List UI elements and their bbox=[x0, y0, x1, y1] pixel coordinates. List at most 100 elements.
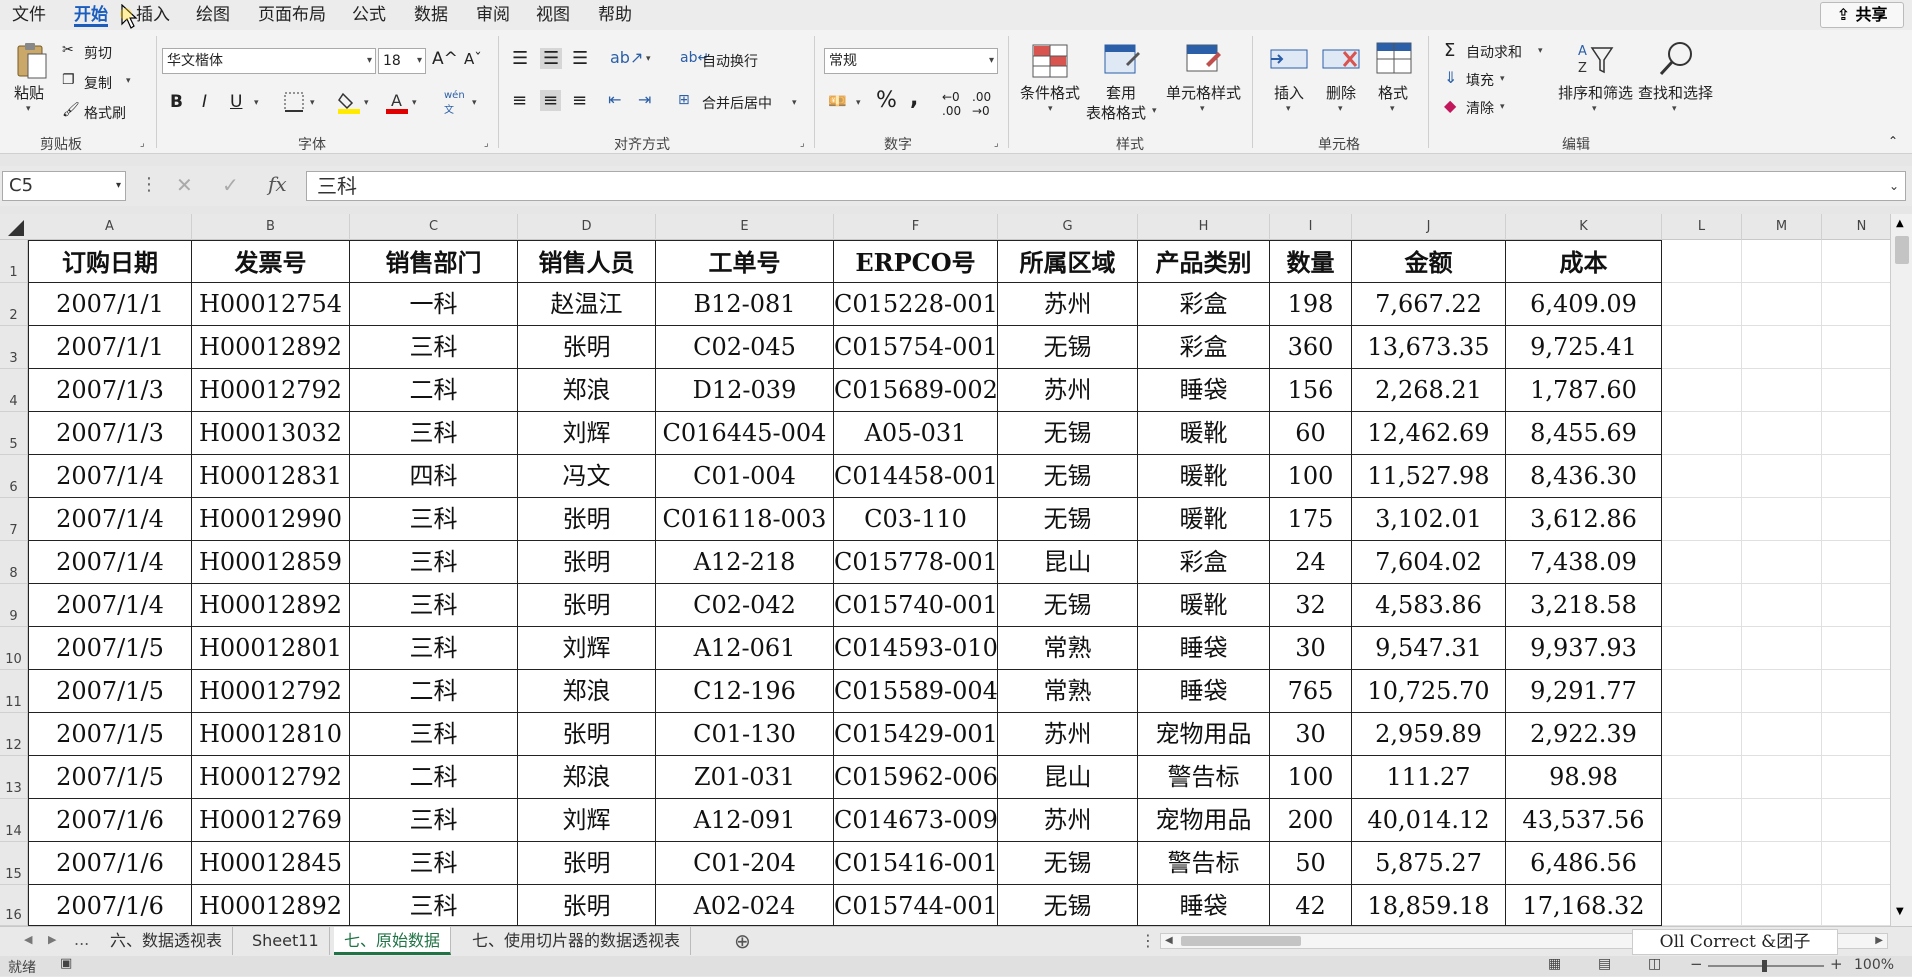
data-cell[interactable]: C015778-001 bbox=[834, 541, 998, 584]
underline-dropdown-icon[interactable]: ▾ bbox=[254, 98, 259, 108]
data-cell[interactable]: C01-130 bbox=[656, 713, 834, 756]
data-cell[interactable]: C015589-004 bbox=[834, 670, 998, 713]
menu-formulas[interactable]: 公式 bbox=[352, 3, 386, 27]
data-cell[interactable]: 175 bbox=[1270, 498, 1352, 541]
column-header-C[interactable]: C bbox=[350, 214, 518, 240]
empty-cell[interactable] bbox=[1662, 799, 1742, 842]
cancel-icon[interactable]: ✕ bbox=[176, 173, 193, 197]
data-cell[interactable]: A02-024 bbox=[656, 885, 834, 926]
sheet-tab[interactable]: 六、数据透视表 bbox=[100, 927, 234, 955]
data-cell[interactable]: 无锡 bbox=[998, 842, 1138, 885]
data-cell[interactable]: 10,725.70 bbox=[1352, 670, 1506, 713]
empty-cell[interactable] bbox=[1742, 799, 1822, 842]
data-cell[interactable]: 三科 bbox=[350, 584, 518, 627]
empty-cell[interactable] bbox=[1662, 670, 1742, 713]
empty-cell[interactable] bbox=[1662, 627, 1742, 670]
data-cell[interactable]: 2,268.21 bbox=[1352, 369, 1506, 412]
header-cell[interactable]: 工单号 bbox=[656, 240, 834, 283]
data-cell[interactable]: C03-110 bbox=[834, 498, 998, 541]
find-dropdown-icon[interactable]: ▾ bbox=[1672, 104, 1677, 114]
data-cell[interactable]: 二科 bbox=[350, 756, 518, 799]
menu-review[interactable]: 审阅 bbox=[476, 3, 510, 27]
data-cell[interactable]: 睡袋 bbox=[1138, 885, 1270, 926]
data-cell[interactable]: C02-042 bbox=[656, 584, 834, 627]
align-right-icon[interactable]: ≡ bbox=[572, 90, 587, 111]
data-cell[interactable]: 11,527.98 bbox=[1352, 455, 1506, 498]
fill-color-icon[interactable] bbox=[338, 90, 360, 114]
data-cell[interactable]: 8,455.69 bbox=[1506, 412, 1662, 455]
percent-button[interactable]: % bbox=[876, 88, 897, 113]
data-cell[interactable]: 2007/1/4 bbox=[28, 584, 192, 627]
borders-dropdown-icon[interactable]: ▾ bbox=[310, 98, 315, 108]
empty-cell[interactable] bbox=[1742, 584, 1822, 627]
data-cell[interactable]: 暖靴 bbox=[1138, 412, 1270, 455]
data-cell[interactable]: 30 bbox=[1270, 627, 1352, 670]
underline-button[interactable]: U bbox=[230, 92, 242, 112]
decrease-decimal-icon[interactable]: .00 →0 bbox=[972, 90, 991, 118]
share-button[interactable]: ⇪ 共享 bbox=[1820, 2, 1904, 28]
data-cell[interactable]: H00012769 bbox=[192, 799, 350, 842]
data-cell[interactable]: 彩盒 bbox=[1138, 283, 1270, 326]
data-cell[interactable]: 200 bbox=[1270, 799, 1352, 842]
data-cell[interactable]: A05-031 bbox=[834, 412, 998, 455]
header-cell[interactable]: 成本 bbox=[1506, 240, 1662, 283]
data-cell[interactable]: 2007/1/5 bbox=[28, 756, 192, 799]
accounting-format-icon[interactable]: 💴 bbox=[828, 92, 847, 110]
menu-data[interactable]: 数据 bbox=[414, 3, 448, 27]
sheet-tab[interactable]: Sheet11 bbox=[242, 927, 330, 955]
data-cell[interactable]: 24 bbox=[1270, 541, 1352, 584]
clear-eraser-icon[interactable]: ◆ bbox=[1444, 96, 1456, 115]
align-center-icon[interactable]: ≡ bbox=[540, 90, 562, 111]
column-header-D[interactable]: D bbox=[518, 214, 656, 240]
data-cell[interactable]: 常熟 bbox=[998, 670, 1138, 713]
zoom-slider[interactable] bbox=[1708, 960, 1824, 972]
data-cell[interactable]: 2,959.89 bbox=[1352, 713, 1506, 756]
alignment-launcher-icon[interactable]: ⌟ bbox=[800, 138, 805, 149]
data-cell[interactable]: H00012810 bbox=[192, 713, 350, 756]
row-header-2[interactable]: 2 bbox=[0, 283, 28, 326]
normal-view-icon[interactable]: ▦ bbox=[1548, 956, 1561, 972]
data-cell[interactable]: 警告标 bbox=[1138, 842, 1270, 885]
data-cell[interactable]: 苏州 bbox=[998, 799, 1138, 842]
row-header-5[interactable]: 5 bbox=[0, 412, 28, 455]
data-cell[interactable]: 刘辉 bbox=[518, 412, 656, 455]
data-cell[interactable]: 9,547.31 bbox=[1352, 627, 1506, 670]
data-cell[interactable]: H00012801 bbox=[192, 627, 350, 670]
data-cell[interactable]: 13,673.35 bbox=[1352, 326, 1506, 369]
column-header-M[interactable]: M bbox=[1742, 214, 1822, 240]
empty-cell[interactable] bbox=[1742, 885, 1822, 926]
data-cell[interactable]: 9,937.93 bbox=[1506, 627, 1662, 670]
page-layout-view-icon[interactable]: ▤ bbox=[1598, 956, 1611, 972]
wrap-text-button[interactable]: 自动换行 bbox=[702, 51, 758, 71]
align-bottom-icon[interactable]: ☰ bbox=[572, 48, 588, 69]
row-header-16[interactable]: 16 bbox=[0, 885, 28, 926]
data-cell[interactable]: 张明 bbox=[518, 498, 656, 541]
empty-cell[interactable] bbox=[1742, 670, 1822, 713]
data-cell[interactable]: 彩盒 bbox=[1138, 541, 1270, 584]
empty-cell[interactable] bbox=[1662, 283, 1742, 326]
data-cell[interactable]: 2007/1/3 bbox=[28, 412, 192, 455]
enter-check-icon[interactable]: ✓ bbox=[222, 173, 239, 197]
data-cell[interactable]: 二科 bbox=[350, 670, 518, 713]
data-cell[interactable]: 苏州 bbox=[998, 283, 1138, 326]
column-header-F[interactable]: F bbox=[834, 214, 998, 240]
menu-draw[interactable]: 绘图 bbox=[196, 3, 230, 27]
conditional-format-button[interactable]: 条件格式 bbox=[1020, 82, 1080, 103]
data-cell[interactable]: 三科 bbox=[350, 498, 518, 541]
empty-cell[interactable] bbox=[1742, 541, 1822, 584]
data-cell[interactable]: H00012892 bbox=[192, 326, 350, 369]
cell-styles-dropdown-icon[interactable]: ▾ bbox=[1200, 104, 1205, 114]
data-cell[interactable]: 100 bbox=[1270, 756, 1352, 799]
data-cell[interactable]: 2007/1/6 bbox=[28, 799, 192, 842]
data-cell[interactable]: 常熟 bbox=[998, 627, 1138, 670]
data-cell[interactable]: 50 bbox=[1270, 842, 1352, 885]
phonetic-icon[interactable]: wén 文 bbox=[444, 90, 465, 116]
data-cell[interactable]: C015429-001 bbox=[834, 713, 998, 756]
data-cell[interactable]: 三科 bbox=[350, 842, 518, 885]
empty-cell[interactable] bbox=[1742, 283, 1822, 326]
data-cell[interactable]: C016445-004 bbox=[656, 412, 834, 455]
data-cell[interactable]: H00013032 bbox=[192, 412, 350, 455]
data-cell[interactable]: 无锡 bbox=[998, 584, 1138, 627]
data-cell[interactable]: 张明 bbox=[518, 842, 656, 885]
data-cell[interactable]: 9,291.77 bbox=[1506, 670, 1662, 713]
